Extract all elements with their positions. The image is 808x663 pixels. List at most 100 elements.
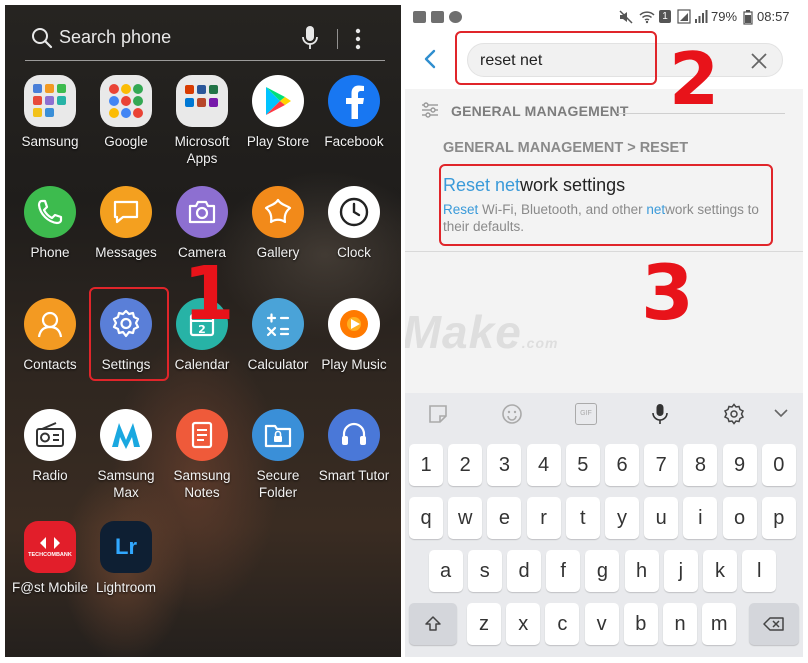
app-phone[interactable]: Phone — [12, 186, 88, 261]
app-samsung-max[interactable]: Samsung Max — [88, 409, 164, 501]
key-e[interactable]: e — [487, 497, 522, 539]
settings-highlight-box — [89, 287, 169, 381]
close-icon[interactable] — [750, 52, 768, 70]
app-label: Facebook — [324, 134, 384, 149]
app-camera[interactable]: Camera — [164, 186, 240, 261]
microphone-icon[interactable] — [649, 403, 671, 425]
key-8[interactable]: 8 — [683, 444, 718, 486]
key-h[interactable]: h — [624, 550, 659, 592]
signal-icon-1 — [677, 9, 691, 24]
app-radio[interactable]: Radio — [12, 409, 88, 484]
key-x[interactable]: x — [506, 603, 541, 645]
search-placeholder: Search phone — [59, 27, 172, 47]
app-gallery[interactable]: Gallery — [240, 186, 316, 261]
key-m[interactable]: m — [702, 603, 737, 645]
key-a[interactable]: a — [428, 550, 463, 592]
key-2[interactable]: 2 — [448, 444, 483, 486]
app-drawer-screenshot: Search phone Samsung Google Microsoft Ap… — [5, 5, 401, 657]
key-3[interactable]: 3 — [487, 444, 522, 486]
app-play-store[interactable]: Play Store — [240, 75, 316, 150]
messages-icon — [100, 186, 152, 238]
lightroom-text: Lr — [115, 534, 137, 559]
key-0[interactable]: 0 — [761, 444, 796, 486]
key-j[interactable]: j — [663, 550, 698, 592]
key-f[interactable]: f — [546, 550, 581, 592]
app-play-music[interactable]: Play Music — [316, 298, 392, 373]
watermark: TipsMake.com — [405, 305, 558, 359]
key-y[interactable]: y — [605, 497, 639, 539]
key-4[interactable]: 4 — [526, 444, 561, 486]
microsoft-folder-icon — [176, 75, 228, 127]
app-label: Calendar — [174, 357, 230, 372]
app-samsung-notes[interactable]: Samsung Notes — [164, 409, 240, 501]
more-options-icon[interactable] — [355, 27, 361, 51]
key-b[interactable]: b — [623, 603, 658, 645]
key-9[interactable]: 9 — [722, 444, 757, 486]
key-w[interactable]: w — [448, 497, 483, 539]
key-v[interactable]: v — [584, 603, 619, 645]
app-facebook[interactable]: Facebook — [316, 75, 392, 150]
battery-icon — [743, 10, 753, 25]
key-k[interactable]: k — [703, 550, 737, 592]
key-u[interactable]: u — [644, 497, 679, 539]
app-smart-tutor[interactable]: Smart Tutor — [316, 409, 392, 484]
app-contacts[interactable]: Contacts — [12, 298, 88, 373]
key-d[interactable]: d — [507, 550, 541, 592]
app-label: Samsung Max — [97, 468, 155, 500]
radio-icon — [24, 409, 76, 461]
key-z[interactable]: z — [467, 603, 501, 645]
emoji-icon[interactable] — [501, 403, 523, 425]
samsung-folder-icon — [24, 75, 76, 127]
app-messages[interactable]: Messages — [88, 186, 164, 261]
key-s[interactable]: s — [467, 550, 502, 592]
app-clock[interactable]: Clock — [316, 186, 392, 261]
app-microsoft-apps[interactable]: Microsoft Apps — [164, 75, 240, 167]
backspace-icon — [763, 617, 784, 631]
key-5[interactable]: 5 — [565, 444, 600, 486]
sticker-icon[interactable] — [427, 403, 449, 425]
shift-arrow-icon — [425, 616, 441, 631]
key-i[interactable]: i — [683, 497, 718, 539]
chevron-down-icon[interactable] — [773, 407, 789, 419]
on-screen-keyboard: GIF 1234567890 qwertyuiop asdfghjkl zxcvbnm — [405, 393, 803, 657]
step-number-1: 1 — [183, 251, 235, 337]
key-t[interactable]: t — [565, 497, 600, 539]
app-search-bar[interactable]: Search phone — [25, 17, 385, 61]
mute-icon — [619, 10, 633, 24]
key-c[interactable]: c — [545, 603, 580, 645]
shift-key[interactable] — [409, 603, 457, 645]
key-g[interactable]: g — [585, 550, 620, 592]
backspace-key[interactable] — [749, 603, 799, 645]
samsung-max-icon — [100, 409, 152, 461]
facebook-icon — [328, 75, 380, 127]
phone-icon — [24, 186, 76, 238]
key-6[interactable]: 6 — [605, 444, 639, 486]
app-label: Samsung Notes — [173, 468, 231, 500]
microphone-icon[interactable] — [301, 25, 319, 51]
app-label: Smart Tutor — [318, 468, 390, 483]
key-7[interactable]: 7 — [644, 444, 679, 486]
key-o[interactable]: o — [722, 497, 757, 539]
app-samsung[interactable]: Samsung — [12, 75, 88, 150]
app-secure-folder[interactable]: Secure Folder — [240, 409, 316, 501]
back-arrow-icon[interactable] — [423, 49, 437, 69]
app-fast-mobile[interactable]: TECHCOMBANK F@st Mobile — [12, 521, 88, 596]
key-q[interactable]: q — [409, 497, 443, 539]
settings-search-screenshot: 1 79% 08:57 reset net 2 GENERAL MANAGEME… — [405, 5, 803, 657]
key-p[interactable]: p — [761, 497, 796, 539]
app-calculator[interactable]: Calculator — [240, 298, 316, 373]
key-n[interactable]: n — [663, 603, 697, 645]
app-label: Contacts — [23, 357, 77, 372]
content-divider — [405, 251, 803, 252]
key-l[interactable]: l — [742, 550, 777, 592]
watermark-suffix: .com — [521, 335, 559, 351]
camera-icon — [176, 186, 228, 238]
gear-icon[interactable] — [723, 403, 745, 425]
messenger-icon — [449, 11, 462, 23]
key-r[interactable]: r — [526, 497, 561, 539]
app-google[interactable]: Google — [88, 75, 164, 150]
play-store-icon — [252, 75, 304, 127]
key-1[interactable]: 1 — [409, 444, 443, 486]
gif-button[interactable]: GIF — [575, 403, 597, 425]
app-lightroom[interactable]: Lr Lightroom — [88, 521, 164, 596]
